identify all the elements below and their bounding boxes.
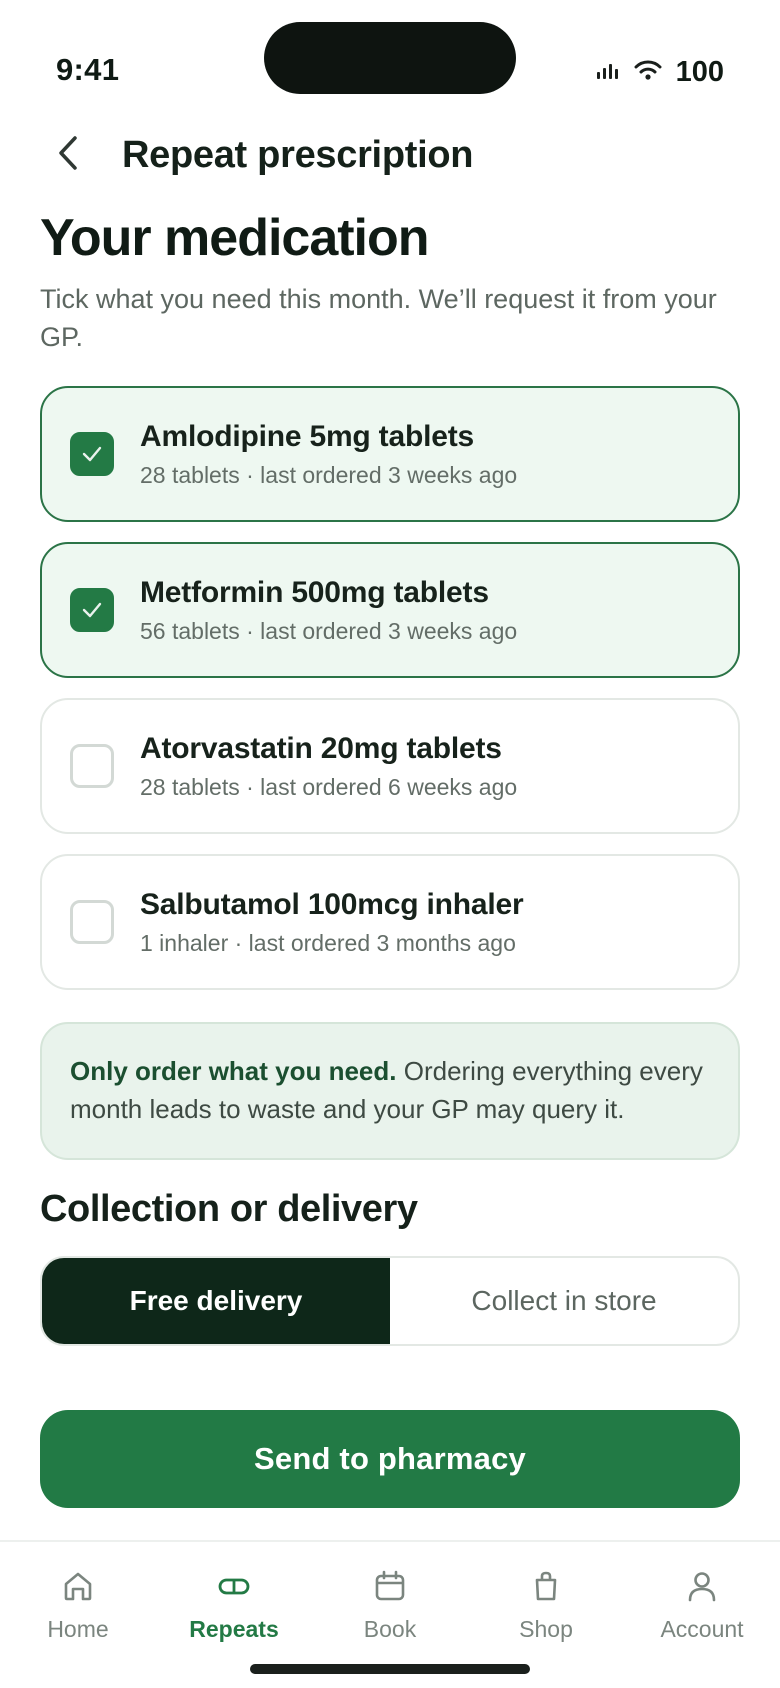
medication-name: Amlodipine 5mg tablets	[140, 419, 474, 453]
medication-card[interactable]: Amlodipine 5mg tablets 28 tablets · last…	[40, 386, 740, 522]
nav-title: Repeat prescription	[122, 133, 474, 176]
tab-label: Account	[660, 1616, 744, 1642]
calendar-icon	[370, 1566, 410, 1606]
medication-name: Atorvastatin 20mg tablets	[140, 731, 502, 765]
medication-card[interactable]: Metformin 500mg tablets 56 tablets · las…	[40, 542, 740, 678]
medication-card[interactable]: Atorvastatin 20mg tablets 28 tablets · l…	[40, 698, 740, 834]
page-subtitle: Tick what you need this month. We’ll req…	[40, 284, 717, 352]
medication-checkbox[interactable]	[70, 588, 114, 632]
medication-name: Salbutamol 100mcg inhaler	[140, 887, 524, 921]
medication-list: Amlodipine 5mg tablets 28 tablets · last…	[40, 386, 740, 1010]
pill-icon	[214, 1566, 254, 1606]
medication-meta: 56 tablets · last ordered 3 weeks ago	[140, 617, 518, 644]
page-title: Your medication	[40, 209, 430, 267]
checkmark-icon	[81, 601, 103, 619]
bag-icon	[526, 1566, 566, 1606]
tab-label: Repeats	[189, 1616, 279, 1642]
home-icon	[58, 1566, 98, 1606]
delivery-option-collect-in-store[interactable]: Collect in store	[390, 1258, 738, 1344]
dynamic-island	[264, 22, 516, 94]
tab-home[interactable]: Home	[0, 1566, 156, 1652]
tab-label: Home	[47, 1616, 109, 1642]
status-bar: 9:41 100	[0, 0, 780, 110]
send-to-pharmacy-button[interactable]: Send to pharmacy	[40, 1410, 740, 1508]
tab-repeats[interactable]: Repeats	[156, 1566, 312, 1652]
checkmark-icon	[81, 445, 103, 463]
medication-checkbox[interactable]	[70, 432, 114, 476]
home-indicator	[250, 1664, 530, 1674]
status-icons: 100	[596, 56, 724, 89]
tab-shop[interactable]: Shop	[468, 1566, 624, 1652]
delivery-section-title: Collection or delivery	[40, 1188, 418, 1230]
nav-header: Repeat prescription	[40, 120, 740, 190]
medication-checkbox[interactable]	[70, 744, 114, 788]
tab-bar: Home Repeats Book Shop Account	[0, 1540, 780, 1688]
medication-name: Metformin 500mg tablets	[140, 575, 489, 609]
delivery-toggle: Free delivery Collect in store	[40, 1256, 740, 1346]
battery-level: 100	[675, 56, 724, 88]
tab-label: Shop	[519, 1616, 573, 1642]
medication-meta: 28 tablets · last ordered 6 weeks ago	[140, 773, 518, 800]
medication-meta: 28 tablets · last ordered 3 weeks ago	[140, 461, 518, 488]
tab-account[interactable]: Account	[624, 1566, 780, 1652]
wifi-icon	[634, 59, 662, 86]
tab-label: Book	[363, 1616, 417, 1642]
status-time: 9:41	[56, 52, 120, 87]
signal-icon	[596, 60, 620, 85]
medication-card[interactable]: Salbutamol 100mcg inhaler 1 inhaler · la…	[40, 854, 740, 990]
delivery-option-free-delivery[interactable]: Free delivery	[42, 1258, 390, 1344]
back-button[interactable]	[46, 125, 90, 185]
notice-bold-text: Only order what you need.	[70, 1056, 397, 1086]
medication-checkbox[interactable]	[70, 900, 114, 944]
waste-notice: Only order what you need. Ordering every…	[40, 1022, 740, 1160]
medication-meta: 1 inhaler · last ordered 3 months ago	[140, 929, 516, 956]
chevron-left-icon	[57, 135, 79, 176]
person-icon	[682, 1566, 722, 1606]
tab-book[interactable]: Book	[312, 1566, 468, 1652]
